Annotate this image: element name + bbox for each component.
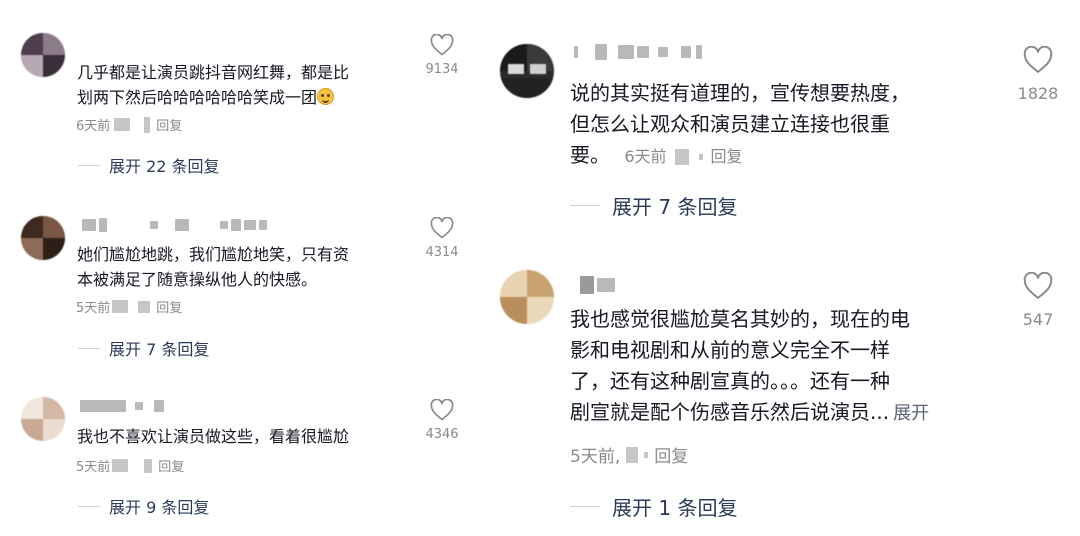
avatar[interactable] bbox=[21, 397, 65, 441]
avatar[interactable] bbox=[500, 44, 554, 98]
laugh-emoji-icon bbox=[317, 88, 335, 106]
like-count: 4314 bbox=[425, 245, 459, 260]
username-blur bbox=[82, 218, 267, 232]
heart-outline-icon bbox=[430, 34, 454, 56]
divider-line bbox=[78, 164, 100, 166]
timestamp: 5天前, bbox=[570, 447, 621, 467]
comment-screenshot: 几乎都是让演员跳抖音网红舞，都是比 划两下然后哈哈哈哈哈哈笑成一团 6天前 回复… bbox=[0, 0, 1080, 536]
heart-outline-icon bbox=[1023, 272, 1053, 299]
location-blur bbox=[644, 451, 649, 458]
divider-line bbox=[78, 505, 100, 507]
location-blur bbox=[626, 446, 639, 463]
like-count: 1828 bbox=[1017, 84, 1059, 103]
like-button[interactable]: 547 bbox=[1010, 272, 1066, 329]
location-blur bbox=[114, 118, 131, 131]
location-blur bbox=[698, 154, 703, 161]
heart-outline-icon bbox=[430, 217, 454, 239]
location-blur bbox=[112, 459, 129, 472]
avatar[interactable] bbox=[500, 270, 554, 324]
comment-text: 几乎都是让演员跳抖音网红舞，都是比 划两下然后哈哈哈哈哈哈笑成一团 bbox=[77, 63, 350, 108]
location-blur bbox=[138, 300, 151, 313]
location-blur bbox=[144, 458, 153, 473]
reply-button[interactable]: 回复 bbox=[156, 115, 182, 134]
username-blur bbox=[574, 44, 702, 60]
like-button[interactable]: 4346 bbox=[419, 399, 465, 442]
location-blur bbox=[144, 116, 151, 133]
like-count: 9134 bbox=[425, 62, 459, 77]
reply-button[interactable]: 回复 bbox=[654, 442, 688, 467]
like-count: 4346 bbox=[425, 427, 459, 442]
timestamp: 5天前 bbox=[76, 460, 111, 475]
divider-line bbox=[570, 205, 600, 206]
expand-replies-button[interactable]: 展开 7 条回复 bbox=[78, 336, 209, 360]
expand-text-button[interactable]: 展开 bbox=[893, 403, 929, 424]
comment-meta: 5天前 回复 bbox=[76, 297, 182, 316]
expand-replies-button[interactable]: 展开 9 条回复 bbox=[78, 494, 209, 518]
like-button[interactable]: 1828 bbox=[1010, 46, 1066, 103]
location-blur bbox=[674, 149, 689, 166]
like-count: 547 bbox=[1022, 310, 1054, 329]
heart-outline-icon bbox=[430, 399, 454, 421]
timestamp: 6天前 bbox=[76, 119, 111, 134]
like-button[interactable]: 4314 bbox=[419, 217, 465, 260]
avatar[interactable] bbox=[21, 33, 65, 77]
comment-text: 我也感觉很尴尬莫名其妙的，现在的电 影和电视剧和从前的意义完全不一样 了，还有这… bbox=[570, 307, 930, 424]
expand-replies-button[interactable]: 展开 1 条回复 bbox=[570, 492, 737, 521]
heart-outline-icon bbox=[1023, 46, 1053, 73]
timestamp: 5天前 bbox=[76, 301, 111, 316]
timestamp: 6天前 bbox=[624, 147, 667, 166]
comment-meta: 6天前 回复 bbox=[76, 115, 182, 134]
comment-meta: 5天前 回复 bbox=[76, 456, 184, 475]
divider-line bbox=[570, 506, 600, 507]
reply-button[interactable]: 回复 bbox=[156, 297, 182, 316]
avatar[interactable] bbox=[21, 216, 65, 260]
username-blur bbox=[580, 276, 615, 294]
reply-button[interactable]: 回复 bbox=[711, 145, 743, 170]
comment-text: 说的其实挺有道理的，宣传想要热度， 但怎么让观众和演员建立连接也很重 要。 6天… bbox=[570, 78, 910, 171]
username-blur bbox=[80, 400, 164, 412]
reply-button[interactable]: 回复 bbox=[158, 456, 184, 475]
expand-replies-button[interactable]: 展开 7 条回复 bbox=[570, 191, 737, 220]
comment-meta: 5天前, 回复 bbox=[570, 442, 688, 467]
location-blur bbox=[112, 300, 129, 313]
expand-replies-button[interactable]: 展开 22 条回复 bbox=[78, 153, 220, 177]
comment-text: 我也不喜欢让演员做这些，看着很尴尬 bbox=[77, 427, 350, 446]
divider-line bbox=[78, 347, 100, 349]
like-button[interactable]: 9134 bbox=[419, 34, 465, 77]
comment-text: 她们尴尬地跳，我们尴尬地笑，只有资 本被满足了随意操纵他人的快感。 bbox=[77, 245, 350, 290]
